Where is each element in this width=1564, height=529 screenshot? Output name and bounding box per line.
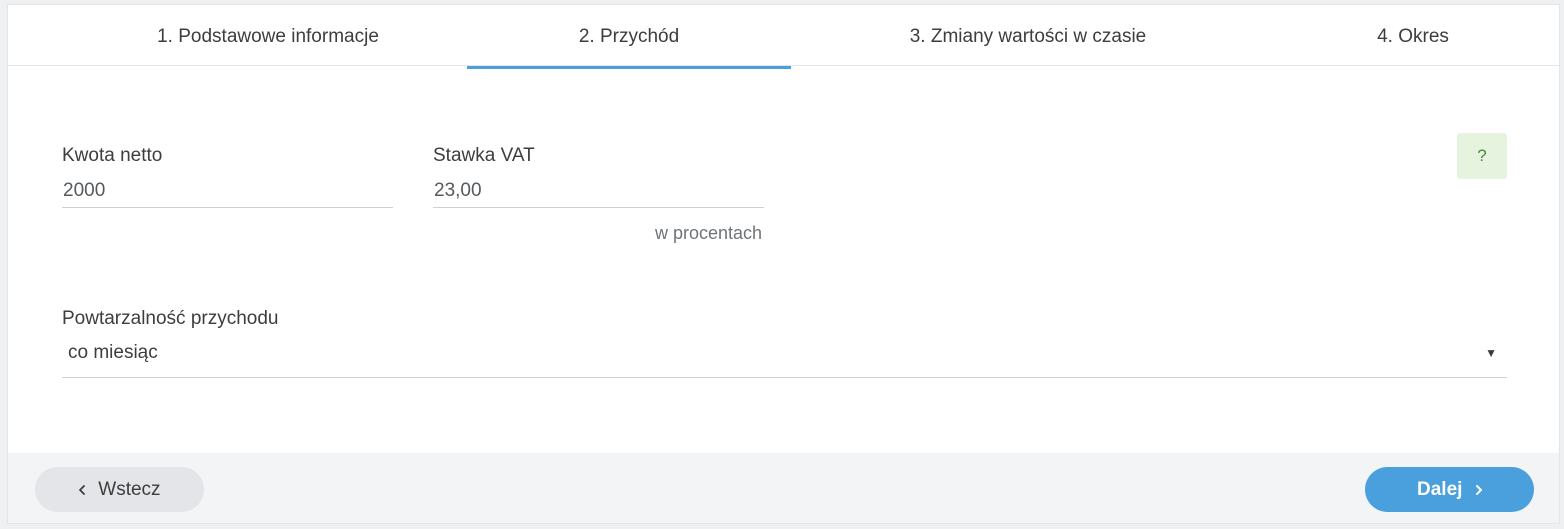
tab-income[interactable]: 2. Przychód bbox=[467, 5, 791, 69]
back-button-label: Wstecz bbox=[98, 479, 161, 500]
tab-period[interactable]: 4. Okres bbox=[1258, 5, 1559, 66]
help-button[interactable]: ? bbox=[1457, 133, 1507, 179]
chevron-right-icon bbox=[1475, 484, 1482, 495]
next-button[interactable]: Dalej bbox=[1365, 467, 1534, 512]
next-button-label: Dalej bbox=[1417, 479, 1463, 500]
wizard-tabs: 1. Podstawowe informacje 2. Przychód 3. … bbox=[8, 5, 1559, 69]
tab-value-changes[interactable]: 3. Zmiany wartości w czasie bbox=[828, 5, 1228, 66]
wizard-footer: Wstecz Dalej bbox=[8, 453, 1559, 523]
vat-rate-label: Stawka VAT bbox=[433, 145, 535, 166]
recurrence-selected-value: co miesiąc bbox=[68, 342, 158, 363]
chevron-left-icon bbox=[79, 485, 85, 495]
vat-rate-hint: w procentach bbox=[654, 223, 762, 243]
net-amount-input[interactable] bbox=[62, 174, 393, 208]
recurrence-select[interactable]: co miesiąc ▼ bbox=[62, 338, 1507, 378]
caret-down-icon: ▼ bbox=[1485, 346, 1497, 360]
back-button[interactable]: Wstecz bbox=[35, 467, 204, 512]
vat-rate-input[interactable] bbox=[433, 174, 764, 208]
tab-basic-info[interactable]: 1. Podstawowe informacje bbox=[68, 5, 468, 66]
recurrence-label: Powtarzalność przychodu bbox=[62, 308, 279, 329]
net-amount-label: Kwota netto bbox=[62, 145, 163, 166]
wizard-panel: 1. Podstawowe informacje 2. Przychód 3. … bbox=[7, 4, 1560, 524]
